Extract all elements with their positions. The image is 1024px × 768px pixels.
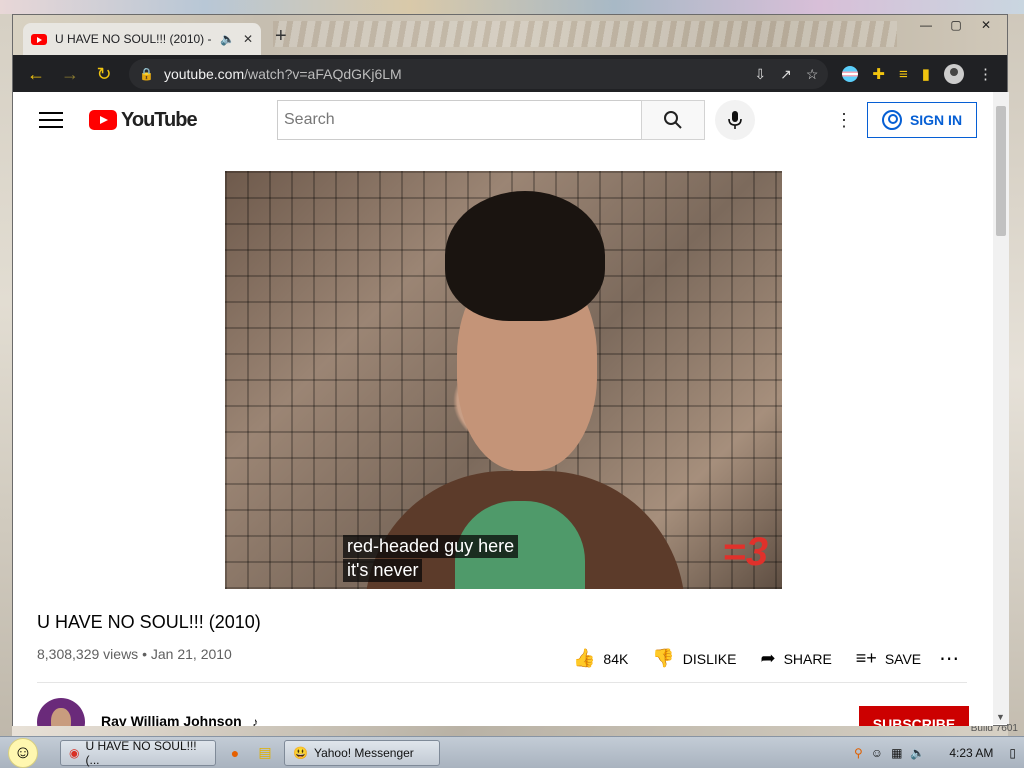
tab-strip: U HAVE NO SOUL!!! (2010) - 🔈 ✕ + — ▢ ✕ [13,15,1007,55]
account-icon [881,110,902,130]
search-input[interactable] [277,100,641,140]
thumb-up-icon: 👍 [573,648,596,668]
caption-line-2: it's never [343,559,423,582]
sign-in-button[interactable]: SIGN IN [867,102,977,138]
taskbar-yahoo-messenger[interactable]: 😃 Yahoo! Messenger [284,739,440,766]
video-player[interactable]: red-headed guy here it's never =3 [225,171,782,589]
desktop-wallpaper-left [0,14,12,736]
share-label: SHARE [783,650,832,667]
more-actions-icon[interactable]: ⋯ [939,646,959,671]
address-bar[interactable]: 🔒 youtube.com/watch?v=aFAQdGKj6LM ⇩ ↗ ☆ [129,59,829,89]
taskbar-chrome-label: U HAVE NO SOUL!!! (... [85,738,197,767]
install-icon[interactable]: ⇩ [754,66,766,83]
network-icon[interactable]: ▦ [891,746,902,760]
share-page-icon[interactable]: ↗ [780,66,792,83]
url-text[interactable]: youtube.com/watch?v=aFAQdGKj6LM [164,66,744,82]
video-frame-figure-hair [445,191,605,321]
minimize-button[interactable]: — [911,15,941,35]
show-desktop-icon[interactable]: ▯ [1009,746,1016,760]
voice-search-button[interactable] [715,100,755,140]
subscribe-button[interactable]: SUBSCRIBE [859,706,969,726]
chrome-icon: ◉ [69,745,80,760]
caption-line-1: red-headed guy here [343,535,519,558]
search-tray-icon[interactable]: ⚲ [854,746,863,760]
upload-date: Jan 21, 2010 [150,646,232,662]
tab-close-icon[interactable]: ✕ [243,32,253,46]
side-panel-icon[interactable]: ▮ [922,65,930,83]
youtube-favicon-icon [31,33,47,45]
youtube-logo-icon [89,110,117,130]
start-button[interactable]: ☺ [0,737,46,768]
tab-title: U HAVE NO SOUL!!! (2010) - [55,32,212,46]
video-actions: 👍 84K 👎 DISLIKE ➦ SHARE ≡+ SAVE ⋯ [573,646,959,671]
share-button[interactable]: ➦ SHARE [760,648,831,669]
messenger-tray-icon[interactable]: ☺ [871,746,883,760]
browser-toolbar: ← → ↻ 🔒 youtube.com/watch?v=aFAQdGKj6LM … [13,55,1007,93]
video-title: U HAVE NO SOUL!!! (2010) [37,612,261,632]
folder-icon[interactable]: ▤ [254,742,276,764]
forward-arrow-icon[interactable]: → [55,59,85,89]
taskbar: ☺ ◉ U HAVE NO SOUL!!! (... ● ▤ 😃 Yahoo! … [0,736,1024,768]
desktop-wallpaper-right [1008,14,1024,736]
divider [37,682,967,683]
reload-icon[interactable]: ↻ [89,59,119,89]
like-button[interactable]: 👍 84K [573,648,628,669]
page-scrollbar[interactable]: ▼ [993,92,1009,724]
desktop-wallpaper [0,0,1024,14]
youtube-logo-text: YouTube [121,108,198,131]
video-meta: 8,308,329 views • Jan 21, 2010 [37,646,232,662]
youtube-logo[interactable]: YouTube [89,108,198,132]
youtube-header: YouTube ⋮ SIGN IN [13,92,993,148]
channel-info: Ray William Johnson ♪ [37,698,258,726]
save-button[interactable]: ≡+ SAVE [856,648,921,669]
view-count: 8,308,329 views [37,646,139,662]
thumb-down-icon: 👎 [652,648,675,668]
taskbar-chrome-window[interactable]: ◉ U HAVE NO SOUL!!! (... [60,738,216,767]
share-icon: ➦ [760,648,776,668]
like-count: 84K [603,650,629,667]
more-options-icon[interactable]: ⋮ [835,110,853,131]
microphone-icon [728,111,742,129]
music-note-icon: ♪ [252,715,259,726]
start-smiley-icon: ☺ [8,737,38,768]
new-tab-button[interactable]: + [275,25,287,48]
search-icon [664,111,682,129]
search-bar [277,100,755,140]
firefox-icon[interactable]: ● [224,742,246,764]
dislike-button[interactable]: 👎 DISLIKE [652,648,736,669]
back-arrow-icon[interactable]: ← [21,59,51,89]
puzzle-extensions-icon[interactable]: ✚ [872,65,885,83]
lock-icon[interactable]: 🔒 [139,67,154,81]
hamburger-menu-icon[interactable] [39,112,63,128]
sign-in-label: SIGN IN [909,112,963,128]
youtube-page: YouTube ⋮ SIGN IN [13,92,993,726]
channel-avatar[interactable] [37,698,85,726]
chrome-menu-icon[interactable]: ⋮ [978,65,993,83]
profile-avatar-icon[interactable] [944,64,964,84]
maximize-button[interactable]: ▢ [941,15,971,35]
system-tray: ⚲ ☺ ▦ 🔈 4:23 AM ▯ [854,737,1016,768]
channel-name[interactable]: Ray William Johnson [101,713,242,726]
dislike-label: DISLIKE [682,650,737,667]
search-button[interactable] [641,100,705,140]
flag-extension-icon[interactable] [842,66,859,82]
save-label: SAVE [884,650,922,667]
window-controls: — ▢ ✕ [911,15,1001,35]
scroll-down-arrow-icon[interactable]: ▼ [996,712,1005,722]
speaker-icon[interactable]: 🔈 [220,32,235,46]
taskbar-messenger-label: Yahoo! Messenger [313,745,414,760]
browser-tab[interactable]: U HAVE NO SOUL!!! (2010) - 🔈 ✕ [23,23,261,55]
video-watermark-badge: =3 [722,530,768,574]
media-queue-icon[interactable]: ≡ [899,66,908,83]
clock[interactable]: 4:23 AM [949,746,993,760]
video-captions: red-headed guy here it's never [343,535,519,583]
save-playlist-icon: ≡+ [855,648,877,668]
scrollbar-thumb[interactable] [996,106,1006,236]
close-window-button[interactable]: ✕ [971,15,1001,35]
yahoo-messenger-icon: 😃 [293,745,308,760]
extensions-area: ✚ ≡ ▮ ⋮ [842,64,999,84]
volume-icon[interactable]: 🔈 [910,746,925,760]
bookmark-star-icon[interactable]: ☆ [806,66,819,83]
